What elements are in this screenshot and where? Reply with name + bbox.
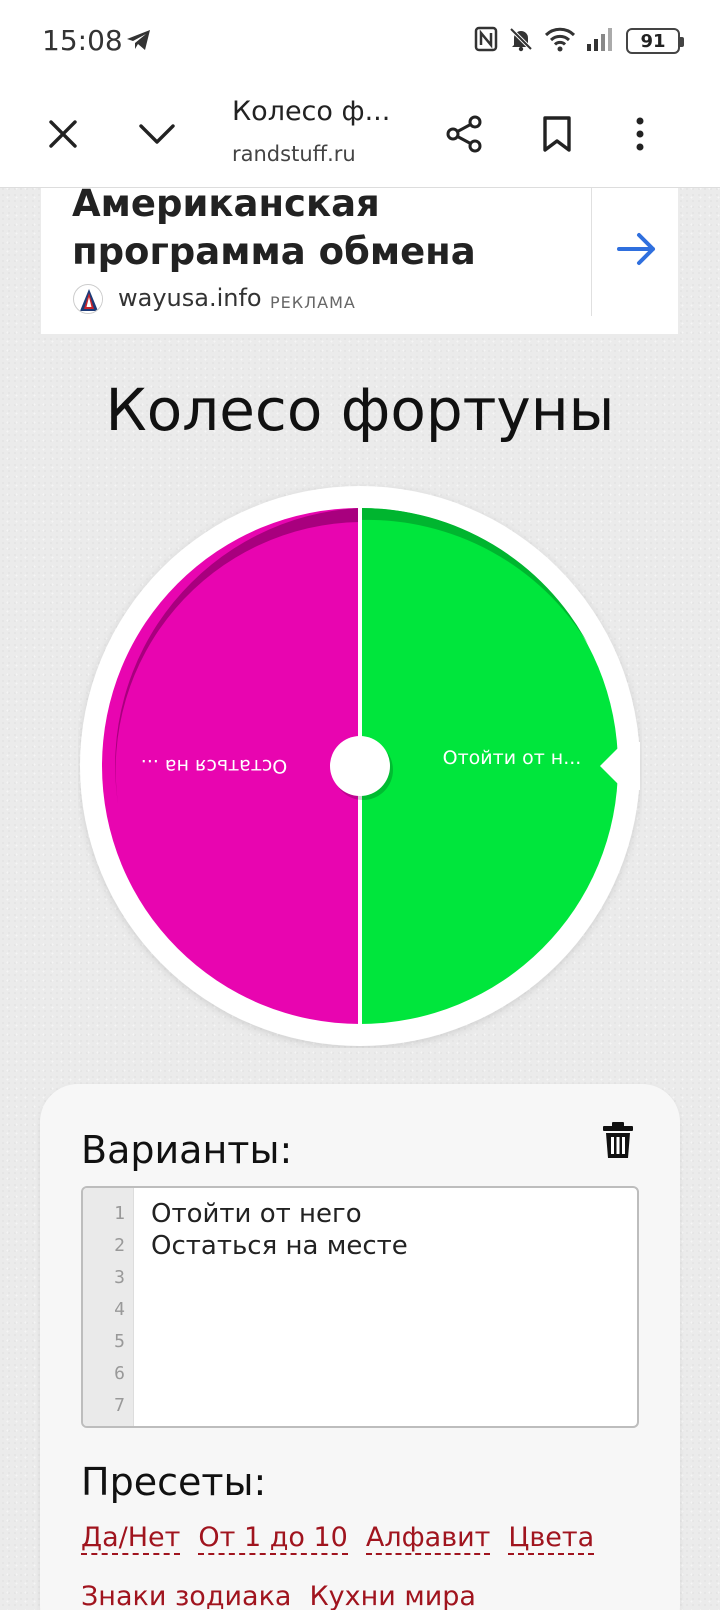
variant-line[interactable]: Остаться на месте (151, 1230, 627, 1262)
more-vert-icon (636, 117, 644, 151)
variants-heading: Варианты: (81, 1128, 293, 1172)
fortune-wheel[interactable]: Отойти от н... Остаться на ... (78, 484, 642, 1048)
ad-banner[interactable]: Американская программа обмена wayusa.inf… (41, 182, 678, 334)
wifi-icon (544, 26, 576, 56)
wheel-label-2: Остаться на ... (141, 755, 288, 777)
variants-lines[interactable]: Отойти от него Остаться на месте (151, 1198, 627, 1262)
presets-heading: Пресеты: (81, 1460, 267, 1504)
ad-label: РЕКЛАМА (270, 293, 356, 312)
arrow-right-icon (617, 233, 655, 265)
signal-icon (586, 26, 616, 56)
status-time: 15:08 (42, 24, 123, 57)
close-button[interactable] (33, 104, 93, 164)
line-number: 3 (114, 1267, 125, 1288)
line-number: 1 (114, 1203, 125, 1224)
telegram-icon (126, 28, 152, 56)
ad-logo (73, 284, 103, 314)
line-number: 4 (114, 1299, 125, 1320)
line-number: 5 (114, 1331, 125, 1352)
variant-line[interactable]: Отойти от него (151, 1198, 627, 1230)
ad-title[interactable]: Американская программа обмена (72, 180, 592, 276)
ad-domain[interactable]: wayusa.info (118, 284, 262, 312)
preset-cuisines[interactable]: Кухни мира (309, 1582, 476, 1610)
preset-alphabet[interactable]: Алфавит (365, 1523, 491, 1555)
line-number: 6 (114, 1363, 125, 1384)
bookmark-button[interactable] (527, 104, 587, 164)
close-icon (49, 120, 77, 148)
menu-button[interactable] (610, 104, 670, 164)
bookmark-icon (543, 116, 571, 152)
bell-off-icon (508, 26, 534, 56)
variants-editor[interactable]: 1 2 3 4 5 6 7 Отойти от него Остаться на… (81, 1186, 639, 1428)
browser-toolbar: Колесо ф... randstuff.ru (0, 84, 720, 188)
preset-colors[interactable]: Цвета (508, 1523, 595, 1555)
collapse-button[interactable] (127, 104, 187, 164)
line-number: 7 (114, 1395, 125, 1416)
variants-panel: Варианты: 1 2 3 4 5 6 7 Отойти от него О… (40, 1084, 680, 1610)
preset-1-to-10[interactable]: От 1 до 10 (198, 1523, 348, 1555)
trash-icon (603, 1122, 633, 1158)
nfc-icon (474, 26, 498, 56)
share-button[interactable] (434, 104, 494, 164)
line-number: 2 (114, 1235, 125, 1256)
clear-button[interactable] (600, 1120, 640, 1162)
page-url: randstuff.ru (232, 142, 356, 166)
chevron-down-icon (139, 124, 175, 144)
wheel-label-1: Отойти от н... (443, 747, 582, 769)
line-number-gutter: 1 2 3 4 5 6 7 (83, 1188, 134, 1426)
wheel-hub[interactable] (330, 736, 390, 796)
page-tab-title: Колесо ф... (232, 96, 391, 127)
share-icon (446, 115, 482, 153)
status-bar: 15:08 91 (0, 0, 720, 84)
preset-zodiac[interactable]: Знаки зодиака (81, 1582, 291, 1610)
ad-divider (591, 188, 592, 316)
presets-list: Да/Нет От 1 до 10 Алфавит Цвета Знаки зодиак… (81, 1516, 661, 1610)
status-icons: 91 (474, 26, 684, 56)
ad-open-button[interactable] (612, 224, 662, 274)
preset-yes-no[interactable]: Да/Нет (81, 1523, 181, 1555)
page-title: Колесо фортуны (105, 376, 615, 444)
battery-icon: 91 (626, 28, 684, 54)
